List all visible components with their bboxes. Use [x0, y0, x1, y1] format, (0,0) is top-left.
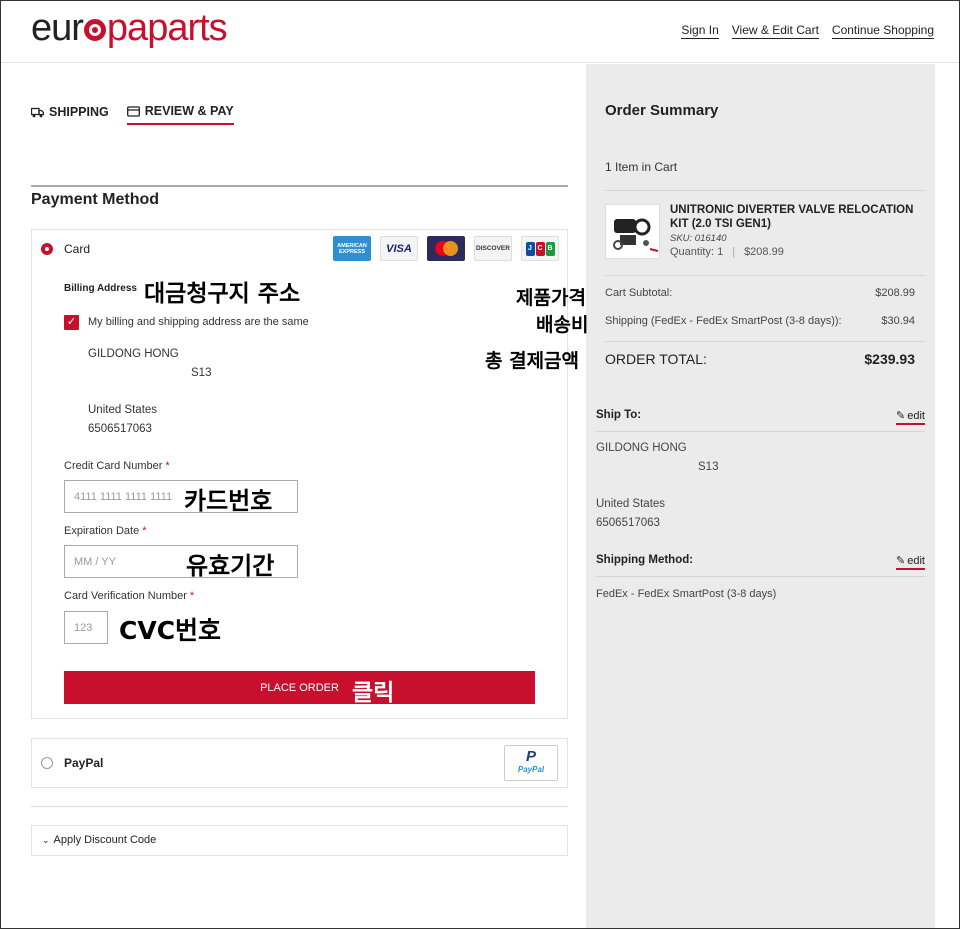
- annotation-card-number: 카드번호: [184, 487, 273, 515]
- billing-country: United States: [88, 404, 158, 416]
- order-total-row: ORDER TOTAL: $239.93: [605, 351, 915, 367]
- shipping-method-title: Shipping Method:: [596, 554, 694, 566]
- annotation-expiry: 유효기간: [186, 552, 275, 580]
- step-review-pay[interactable]: REVIEW & PAY: [126, 104, 234, 125]
- billing-address-label: Billing Address: [64, 283, 137, 294]
- billing-line2: S13: [191, 367, 212, 379]
- summary-divider: [605, 190, 925, 191]
- discover-icon: DISCOVER: [474, 236, 512, 261]
- ship-to-name: GILDONG HONG: [596, 442, 687, 454]
- jcb-icon: JCB: [521, 236, 559, 261]
- credit-card-icon: [126, 105, 140, 117]
- cc-number-label: Credit Card Number *: [64, 460, 170, 472]
- paypal-option-box[interactable]: [31, 738, 568, 788]
- truck-icon: [31, 107, 44, 117]
- cart-item-count: 1 Item in Cart: [605, 160, 678, 174]
- annotation-click: 클릭: [352, 680, 395, 706]
- shipping-method-value: FedEx - FedEx SmartPost (3-8 days): [596, 588, 777, 600]
- annotation-shipping-fee: 배송비: [536, 314, 589, 336]
- subtotal-label: Cart Subtotal:: [605, 287, 673, 299]
- product-sku: SKU: 016140: [670, 233, 727, 244]
- billing-phone: 6506517063: [88, 423, 152, 435]
- shipping-row: Shipping (FedEx - FedEx SmartPost (3-8 d…: [605, 315, 915, 327]
- payment-method-title: Payment Method: [31, 191, 160, 208]
- ship-to-line2: S13: [698, 461, 719, 473]
- mastercard-icon: [427, 236, 465, 261]
- order-total-value: $239.93: [864, 351, 915, 367]
- ship-to-header: Ship To: ✎ edit: [596, 409, 925, 432]
- ship-to-edit-link[interactable]: ✎ edit: [896, 409, 925, 425]
- same-address-label: My billing and shipping address are the …: [88, 316, 309, 328]
- card-option-label: Card: [64, 242, 91, 256]
- card-radio[interactable]: [41, 243, 53, 255]
- annotation-product-price: 제품가격: [516, 287, 586, 309]
- cvv-label: Card Verification Number *: [64, 590, 195, 602]
- edit-icon: ✎: [896, 555, 906, 567]
- ship-to-phone: 6506517063: [596, 517, 660, 529]
- product-qty-price: Quantity: 1 | $208.99: [670, 246, 784, 258]
- visa-icon: VISA: [380, 236, 418, 261]
- order-summary-title: Order Summary: [605, 102, 719, 119]
- edit-icon: ✎: [896, 410, 906, 422]
- chevron-down-icon: ⌄: [42, 835, 50, 845]
- shipping-method-header: Shipping Method: ✎ edit: [596, 554, 925, 577]
- view-edit-cart-link[interactable]: View & Edit Cart: [731, 23, 819, 39]
- summary-divider: [605, 341, 925, 342]
- europaparts-logo[interactable]: eur paparts: [31, 7, 228, 50]
- site-header: eur paparts Sign In View & Edit Cart Cont…: [1, 1, 959, 63]
- sign-in-link[interactable]: Sign In: [681, 23, 719, 39]
- accepted-cards: AMERICAN EXPRESS VISA DISCOVER JCB: [333, 236, 559, 261]
- ship-to-title: Ship To:: [596, 409, 642, 421]
- continue-shopping-link[interactable]: Continue Shopping: [831, 23, 934, 39]
- annotation-total-payment: 총 결제금액: [485, 350, 580, 372]
- paypal-option-label: PayPal: [64, 756, 104, 770]
- section-divider: [31, 185, 568, 187]
- discount-code-label[interactable]: ⌄ Apply Discount Code: [42, 834, 156, 846]
- paypal-radio[interactable]: [41, 757, 53, 769]
- expiration-label: Expiration Date *: [64, 525, 147, 537]
- subtotal-value: $208.99: [875, 287, 915, 299]
- annotation-billing-address: 대금청구지 주소: [144, 281, 301, 307]
- header-links: Sign In View & Edit Cart Continue Shoppi…: [681, 23, 934, 39]
- amex-icon: AMERICAN EXPRESS: [333, 236, 371, 261]
- ship-to-country: United States: [596, 498, 666, 510]
- discount-divider: [31, 806, 568, 807]
- product-thumbnail[interactable]: [605, 204, 660, 259]
- step-review-pay-label: REVIEW & PAY: [144, 104, 234, 118]
- product-name[interactable]: UNITRONIC DIVERTER VALVE RELOCATION KIT …: [670, 203, 920, 231]
- summary-divider: [605, 275, 925, 276]
- shipping-method-edit-link[interactable]: ✎ edit: [896, 554, 925, 570]
- paypal-logo-icon: P PayPal: [504, 745, 558, 781]
- cvv-input[interactable]: 123: [64, 611, 108, 644]
- step-shipping[interactable]: SHIPPING: [31, 104, 109, 125]
- order-summary-panel: [586, 64, 935, 928]
- shipping-value: $30.94: [881, 315, 915, 327]
- cart-subtotal-row: Cart Subtotal: $208.99: [605, 287, 915, 299]
- place-order-button[interactable]: PLACE ORDER: [64, 671, 535, 704]
- same-address-checkbox[interactable]: ✓: [64, 315, 79, 330]
- checkout-steps: SHIPPING REVIEW & PAY: [31, 104, 234, 125]
- order-total-label: ORDER TOTAL:: [605, 351, 707, 367]
- annotation-cvc: CVC번호: [119, 616, 222, 645]
- product-image-icon: [613, 218, 659, 252]
- step-shipping-label: SHIPPING: [49, 105, 109, 119]
- shipping-label: Shipping (FedEx - FedEx SmartPost (3-8 d…: [605, 315, 842, 327]
- logo-target-icon: [83, 19, 106, 41]
- billing-name: GILDONG HONG: [88, 348, 179, 360]
